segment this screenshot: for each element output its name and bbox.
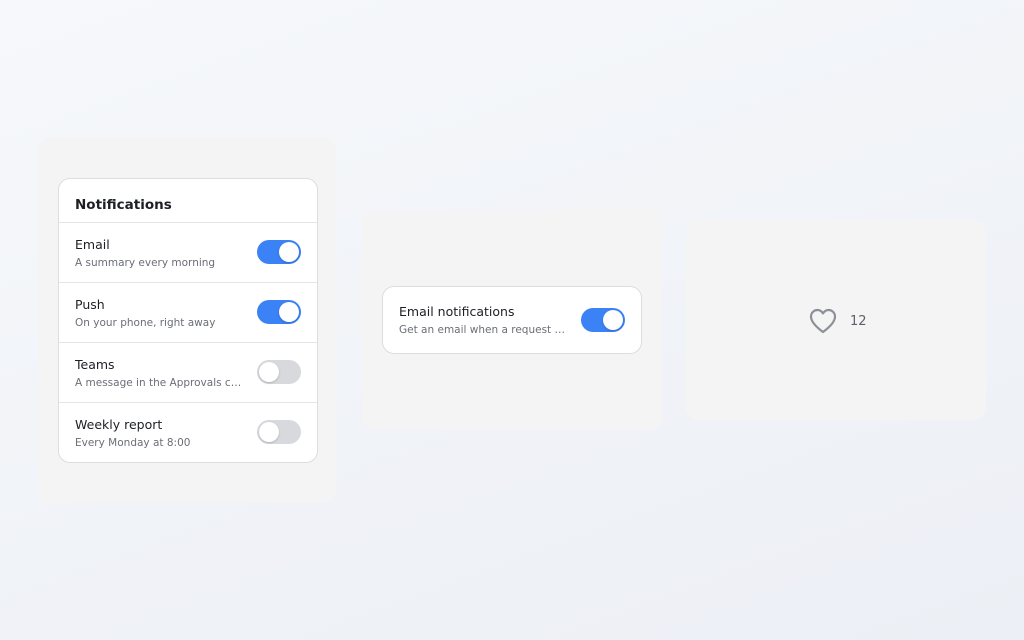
notification-row-push: Push On your phone, right away: [59, 283, 317, 343]
weekly-report-toggle[interactable]: [257, 420, 301, 444]
notifications-card-title: Notifications: [59, 179, 317, 223]
toggle-knob: [259, 422, 279, 442]
toggle-knob: [603, 310, 623, 330]
notification-row-description: A summary every morning: [75, 257, 216, 269]
toggle-knob: [279, 242, 299, 262]
push-toggle[interactable]: [257, 300, 301, 324]
notification-row-description: A message in the Approvals channel: [75, 377, 243, 389]
notification-row-description: On your phone, right away: [75, 317, 216, 329]
canvas: Notifications Email A summary every morn…: [0, 0, 1024, 640]
like-count: 12: [850, 313, 867, 329]
like-button[interactable]: 12: [808, 306, 867, 336]
email-notifications-label: Email notifications: [399, 304, 515, 319]
notification-row-weekly-report: Weekly report Every Monday at 8:00: [59, 403, 317, 462]
notification-row-teams: Teams A message in the Approvals channel: [59, 343, 317, 403]
notification-row-email: Email A summary every morning: [59, 223, 317, 283]
email-notifications-toggle[interactable]: [581, 308, 625, 332]
notifications-card: Notifications Email A summary every morn…: [58, 178, 318, 463]
notification-row-description: Every Monday at 8:00: [75, 437, 191, 449]
email-notifications-description: Get an email when a request needs your a…: [399, 324, 565, 336]
toggle-knob: [259, 362, 279, 382]
heart-outline-icon: [809, 308, 837, 334]
toggle-knob: [279, 302, 299, 322]
teams-toggle[interactable]: [257, 360, 301, 384]
email-toggle[interactable]: [257, 240, 301, 264]
email-notifications-card: Email notifications Get an email when a …: [382, 286, 642, 354]
